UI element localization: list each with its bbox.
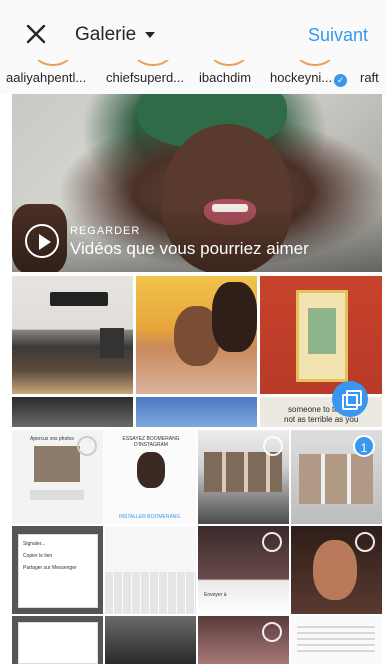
- story-avatar: [130, 60, 176, 66]
- story-name: ibachdim: [199, 70, 252, 85]
- story-name: raft: [360, 70, 379, 85]
- select-circle[interactable]: [262, 622, 282, 642]
- gallery-dropdown[interactable]: Galerie: [75, 24, 156, 46]
- top-bar: Galerie Suivant: [0, 0, 386, 60]
- gallery-thumbnail[interactable]: [198, 430, 289, 524]
- share-row: Signaler...: [23, 541, 46, 547]
- story-name: hockeyni... ✓: [270, 70, 348, 87]
- hero-kicker: REGARDER: [70, 225, 141, 237]
- gallery-thumbnail[interactable]: [291, 616, 382, 664]
- story-avatar: [206, 60, 252, 66]
- select-circle[interactable]: [355, 532, 375, 552]
- verified-badge-icon: ✓: [334, 74, 348, 87]
- gallery-thumbnail[interactable]: [136, 397, 257, 427]
- gallery-thumbnail[interactable]: [136, 276, 257, 394]
- share-row: Partager sur Messenger: [23, 565, 77, 571]
- thumb-face: [313, 540, 357, 600]
- close-icon: [26, 24, 46, 44]
- gallery-thumbnail[interactable]: ESSAYEZ BOOMERANG D'INSTAGRAM INSTALLER …: [105, 430, 196, 524]
- thumb-hood: [50, 292, 108, 306]
- thumb-heading: ESSAYEZ BOOMERANG D'INSTAGRAM: [122, 436, 180, 448]
- share-sheet: [18, 622, 98, 664]
- selected-number-badge[interactable]: 1: [353, 435, 375, 457]
- share-row: Copier le lien: [23, 553, 53, 559]
- thumb-collage: [299, 454, 373, 504]
- thumb-photo: [34, 446, 80, 482]
- gallery-thumbnail[interactable]: [260, 276, 382, 394]
- thumb-face: [137, 452, 165, 488]
- gallery-thumbnail[interactable]: [291, 526, 382, 614]
- gallery-thumbnail[interactable]: Envoyer à: [198, 526, 289, 614]
- story-name: aaliyahpentl...: [6, 70, 87, 85]
- gallery-thumbnail[interactable]: Signaler... Copier le lien Partager sur …: [12, 526, 103, 614]
- gallery-title: Galerie: [75, 24, 137, 45]
- gallery-thumbnail[interactable]: [12, 616, 103, 664]
- thumb-sign: [100, 328, 124, 358]
- media-grid: someone to tell you not as terrible as y…: [12, 276, 382, 664]
- suggested-videos-card[interactable]: REGARDER Vidéos que vous pourriez aimer: [12, 94, 382, 272]
- gallery-thumbnail[interactable]: Apercus vos photos: [12, 430, 103, 524]
- play-icon: [25, 224, 59, 258]
- hero-title: Vidéos que vous pourriez aimer: [70, 239, 309, 258]
- thumb-heading: Apercus vos photos: [30, 436, 74, 442]
- hero-shade: [12, 204, 382, 272]
- close-button[interactable]: [22, 20, 50, 48]
- chevron-down-icon: [145, 32, 156, 38]
- next-button[interactable]: Suivant: [308, 25, 368, 46]
- gallery-thumbnail[interactable]: 1: [291, 430, 382, 524]
- thumb-keyboard: [105, 572, 196, 614]
- thumb-collage: [204, 452, 282, 492]
- story-avatar: [30, 60, 76, 66]
- story-avatar: [292, 60, 338, 66]
- share-sheet: Signaler... Copier le lien Partager sur …: [18, 534, 98, 608]
- gallery-thumbnail[interactable]: [105, 616, 196, 664]
- gallery-thumbnail[interactable]: [12, 397, 133, 427]
- gallery-thumbnail[interactable]: [198, 616, 289, 664]
- thumb-bar: Envoyer à: [204, 592, 227, 598]
- select-circle[interactable]: [263, 436, 283, 456]
- story-name-text: hockeyni...: [270, 70, 333, 85]
- gallery-thumbnail[interactable]: [105, 526, 196, 614]
- stories-strip: aaliyahpentl... chiefsuperd... ibachdim …: [0, 60, 386, 94]
- select-circle[interactable]: [77, 436, 97, 456]
- thumb-textlines: [297, 626, 375, 656]
- story-name: chiefsuperd...: [106, 70, 185, 85]
- multi-select-button[interactable]: [332, 381, 368, 417]
- thumb-textblock: [30, 490, 84, 500]
- select-circle[interactable]: [262, 532, 282, 552]
- thumb-button: INSTALLER BOOMERANG: [119, 514, 181, 520]
- thumb-person2: [212, 282, 257, 352]
- thumb-tarot-figure: [308, 308, 336, 354]
- gallery-thumbnail[interactable]: [12, 276, 133, 394]
